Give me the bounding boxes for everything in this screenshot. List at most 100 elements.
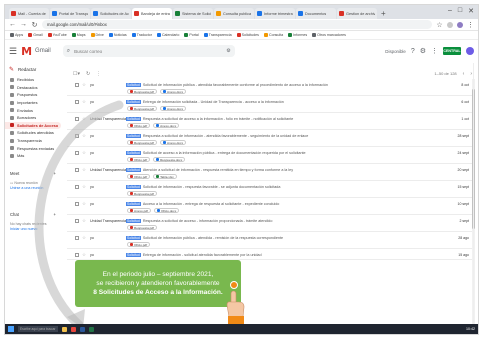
sidebar-item[interactable]: Destacados [5, 84, 67, 92]
attachment-chip[interactable]: Respuesta.pdf [127, 89, 157, 94]
excel-icon[interactable] [89, 326, 94, 332]
attachment-chip[interactable]: Oficio.docx [153, 208, 180, 213]
attachment-chip[interactable]: Anexo.docx [159, 89, 187, 94]
attachment-chip[interactable]: Oficio.pdf [127, 123, 151, 128]
profile-icon[interactable] [457, 21, 463, 28]
header-right: Disponible ? ⚙ ⋮ CENTRAL [385, 47, 474, 55]
bookmark-item[interactable]: Maps [71, 33, 86, 37]
bookmark-item[interactable]: Consulta [263, 33, 283, 37]
minimize-button[interactable]: – [448, 7, 452, 15]
star-icon[interactable]: ☆ [82, 82, 90, 88]
attachment-chip[interactable]: Anexo.docx [153, 123, 180, 128]
attachment-chip[interactable]: Anexo.docx [159, 106, 187, 111]
bookmark-item[interactable]: Portal [184, 33, 199, 37]
account-avatar[interactable] [466, 47, 474, 55]
attachment-name: Respuesta.pdf [134, 140, 154, 145]
prev-page-icon[interactable]: ‹ [463, 71, 465, 77]
banner-line-1: En el periodo julio – septiembre 2021, [102, 271, 214, 278]
more-options-icon[interactable]: ⋮ [96, 71, 101, 77]
attachment-chip[interactable]: Anexo.docx [159, 140, 187, 145]
bookmark-item[interactable]: Gmail [28, 33, 43, 37]
browser-tab[interactable]: Gestion de archivos [337, 8, 377, 19]
mail-row-main: ☆ yo Solicitud Solicitud de información púb… [67, 81, 472, 88]
browser-menu-icon[interactable]: ⋮ [467, 21, 474, 29]
browser-tab[interactable]: Bandeja de entrada [132, 8, 172, 19]
bookmarks-bar: Apps Gmail YouTube Maps Drive Noticias Traduct… [5, 31, 478, 40]
browser-tab[interactable]: Solicitudes de Acceso [91, 8, 131, 19]
mail-snippet: Respuesta a solicitud de acceso - inform… [142, 218, 273, 223]
row-checkbox[interactable] [75, 82, 79, 87]
reload-icon[interactable]: ↻ [31, 21, 38, 29]
browser-tab[interactable]: Consulta publica [214, 8, 254, 19]
bookmark-item[interactable]: Apps [10, 33, 23, 37]
apps-grid-icon[interactable]: ⋮ [431, 47, 438, 55]
bookmark-item[interactable]: Otros marcadores [312, 33, 346, 37]
compose-button[interactable]: ✎ Redactar [5, 63, 67, 76]
attachment-chip[interactable]: Oficio.pdf [127, 174, 151, 179]
browser-tab[interactable]: Informe trimestral [255, 8, 295, 19]
help-icon[interactable]: ? [411, 48, 415, 55]
mail-toolbar: ☐▾ ↻ ⋮ 1–50 de 128 ‹ › [67, 69, 472, 78]
start-button-icon[interactable] [8, 326, 14, 332]
extension-icon[interactable] [447, 21, 453, 28]
attachment-chip[interactable]: Respuesta.docx [153, 157, 186, 162]
bookmark-item[interactable]: Calendario [156, 33, 179, 37]
status-selector[interactable]: Disponible [385, 49, 406, 54]
file-explorer-icon[interactable] [62, 326, 67, 332]
select-all-checkbox[interactable]: ☐▾ [73, 71, 80, 77]
attachment-chip[interactable]: Oficio.pdf [127, 157, 151, 162]
bookmark-item[interactable]: YouTube [47, 33, 67, 37]
bookmark-label: Gmail [33, 33, 43, 37]
word-icon[interactable] [80, 326, 85, 332]
maximize-button[interactable]: □ [458, 7, 462, 15]
sidebar-item-inbox[interactable]: Recibidos [5, 76, 67, 84]
bookmark-item[interactable]: Traductor [131, 33, 152, 37]
tab-title: Solicitudes de Acceso [100, 11, 129, 16]
os-taskbar: Escribe aquí para buscar 10:42 [5, 324, 478, 334]
file-icon [156, 209, 160, 212]
window-controls: – □ ✕ [448, 7, 474, 15]
browser-tab[interactable]: Portal de Transparencia [50, 8, 90, 19]
bookmark-item[interactable]: Noticias [108, 33, 127, 37]
tab-title: Mail - Cuenta de usuario [18, 11, 47, 16]
close-button[interactable]: ✕ [468, 7, 474, 15]
attachment-chip[interactable]: Tabla.xlsx [153, 174, 177, 179]
attachment-chip[interactable]: Respuesta.pdf [127, 140, 157, 145]
browser-tab[interactable]: Documentos [296, 8, 336, 19]
attachment-chip[interactable]: Anexo.pdf [127, 208, 151, 213]
browser-tab[interactable]: Sistema de Solicitudes [173, 8, 213, 19]
attachment-chip[interactable]: Oficio.pdf [127, 242, 151, 247]
back-icon[interactable]: ← [9, 21, 16, 28]
refresh-icon[interactable]: ↻ [86, 71, 90, 77]
attachment-chip[interactable]: Respuesta.pdf [127, 191, 157, 196]
attachment-chip[interactable]: Respuesta.pdf [127, 225, 157, 230]
settings-gear-icon[interactable]: ⚙ [420, 47, 426, 55]
bookmark-star-icon[interactable]: ☆ [436, 21, 443, 29]
chrome-icon[interactable] [71, 326, 76, 332]
new-tab-button[interactable]: + [381, 8, 386, 19]
search-options-icon[interactable]: ⚙ [226, 48, 230, 54]
bookmark-item[interactable]: Informes [288, 33, 307, 37]
search-icon[interactable]: ⌕ [67, 48, 70, 55]
gmail-logo[interactable]: M Gmail [21, 45, 51, 58]
forward-icon[interactable]: → [20, 21, 27, 28]
url-field[interactable]: mail.google.com/mail/u/0/#inbox [42, 20, 432, 29]
search-input[interactable]: Buscar correo [74, 49, 222, 54]
main-menu-icon[interactable]: ☰ [9, 46, 17, 57]
mail-row[interactable]: ☆ yo Solicitud Solicitud de información púb… [67, 79, 472, 96]
bookmark-item[interactable]: Transparencia [203, 33, 232, 37]
bookmark-item[interactable]: Drive [90, 33, 104, 37]
file-icon [130, 90, 133, 93]
bookmark-label: Transparencia [208, 33, 232, 37]
mail-search-bar[interactable]: ⌕ Buscar correo ⚙ [62, 45, 235, 57]
label-icon [10, 130, 14, 135]
label-icon [10, 115, 14, 120]
compose-label: Redactar [18, 67, 37, 72]
browser-tab[interactable]: Mail - Cuenta de usuario [9, 8, 49, 19]
file-icon [162, 141, 166, 144]
next-page-icon[interactable]: › [470, 71, 472, 77]
file-icon [162, 107, 166, 110]
bookmark-item[interactable]: Solicitudes [236, 33, 259, 37]
attachment-chip[interactable]: Respuesta.pdf [127, 106, 157, 111]
taskbar-search[interactable]: Escribe aquí para buscar [18, 326, 58, 332]
